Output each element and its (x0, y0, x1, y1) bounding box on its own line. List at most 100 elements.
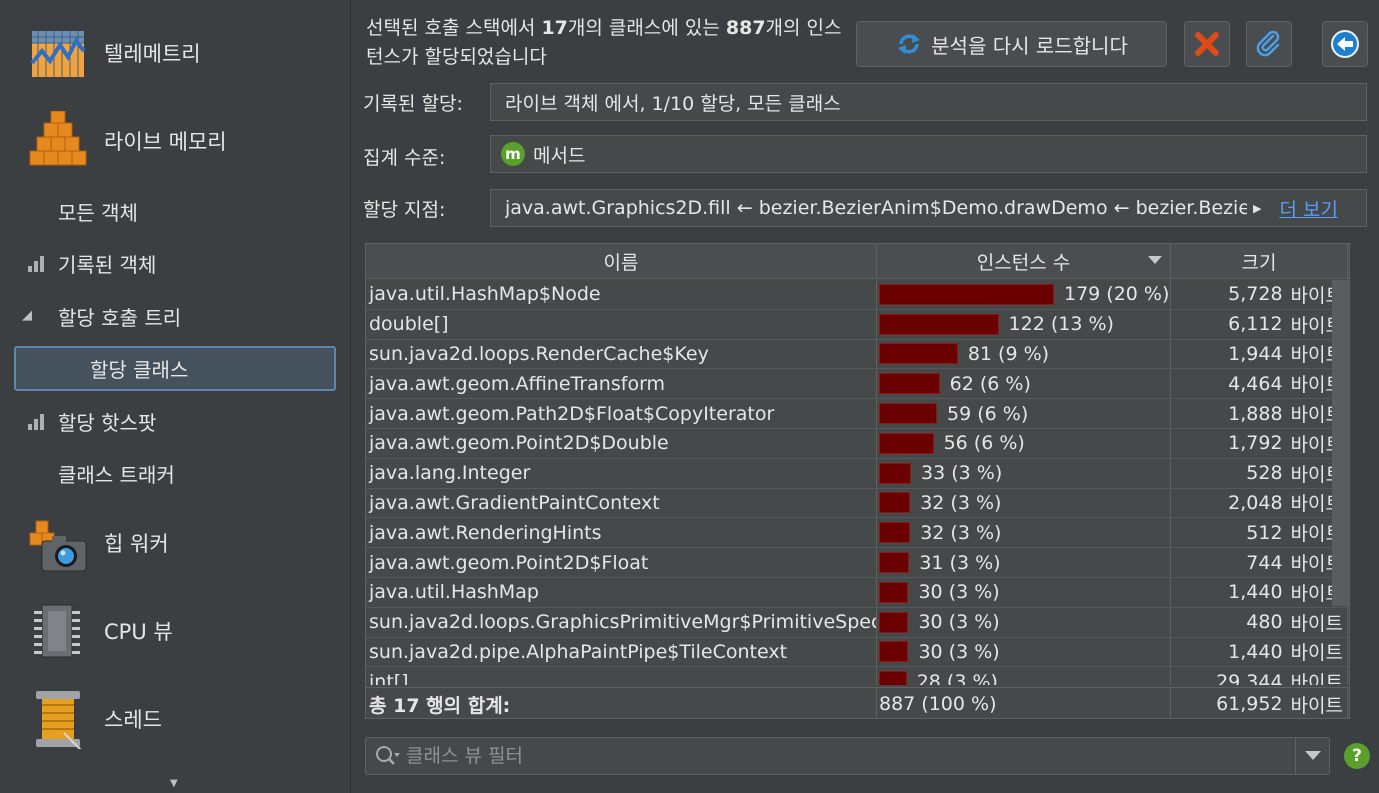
class-name: sun.java2d.pipe.AlphaPaintPipe$TileConte… (366, 637, 877, 667)
size-cell: 4,464 바이트 (1171, 369, 1348, 399)
sidebar-item-heap-walker[interactable]: 힙 워커 (0, 503, 350, 583)
instance-bar (879, 403, 938, 425)
sidebar-item-alloc-hotspots[interactable]: 할당 핫스팟 (0, 401, 350, 441)
close-button[interactable] (1184, 21, 1230, 67)
sidebar-label: 클래스 트래커 (58, 462, 175, 487)
table-row[interactable]: int[] 28 (3 %) 29,344 바이트 (366, 667, 1349, 685)
table-row[interactable]: java.lang.Integer 33 (3 %) 528 바이트 (366, 458, 1349, 489)
table-row[interactable]: java.awt.RenderingHints 32 (3 %) 512 바이트 (366, 518, 1349, 549)
instance-count-text: 33 (3 %) (921, 462, 1003, 485)
column-header-name[interactable]: 이름 (366, 244, 877, 279)
recorded-allocations-field[interactable]: 라이브 객체 에서, 1/10 할당, 모든 클래스 (490, 83, 1367, 121)
allocation-summary: 선택된 호출 스택에서 17개의 클래스에 있는 887개의 인스턴스가 할당되… (366, 14, 846, 72)
table-row[interactable]: sun.java2d.pipe.AlphaPaintPipe$TileConte… (366, 637, 1349, 668)
size-cell: 1,440 바이트 (1171, 637, 1348, 667)
column-header-size[interactable]: 크기 (1171, 244, 1348, 279)
total-label: 총 17 행의 합계: (366, 688, 877, 718)
class-name: java.awt.GradientPaintContext (366, 488, 877, 518)
size-value: 2,048 (1228, 491, 1283, 514)
instance-count-text: 81 (9 %) (967, 342, 1050, 365)
table-row[interactable]: double[] 122 (13 %) 6,112 바이트 (366, 309, 1349, 340)
instance-bar (879, 552, 910, 574)
table-header: 이름 인스턴스 수 크기 (366, 244, 1349, 279)
telemetry-icon (30, 31, 86, 77)
instance-count-cell: 32 (3 %) (877, 518, 1171, 548)
sidebar-item-all-objects[interactable]: 모든 객체 (0, 191, 350, 231)
main-panel: 선택된 호출 스택에서 17개의 클래스에 있는 887개의 인스턴스가 할당되… (352, 0, 1379, 793)
instance-bar (879, 373, 940, 395)
instance-count-text: 56 (6 %) (943, 432, 1025, 455)
instance-count-cell: 33 (3 %) (877, 458, 1171, 488)
sidebar-item-live-memory[interactable]: 라이브 메모리 (0, 101, 350, 181)
scroll-down-icon[interactable]: ▼ (170, 778, 178, 789)
instance-bar (879, 581, 909, 603)
thread-spool-icon (36, 691, 82, 749)
help-icon[interactable]: ? (1344, 743, 1370, 769)
allocation-classes-table: 이름 인스턴스 수 크기 java.util.HashMap$Node 179 (… (365, 243, 1350, 719)
instance-count-cell: 122 (13 %) (877, 309, 1171, 339)
table-row[interactable]: java.awt.geom.Point2D$Double 56 (6 %) 1,79… (366, 428, 1349, 459)
size-cell: 1,888 바이트 (1171, 399, 1348, 428)
instance-count-cell: 28 (3 %) (877, 667, 1171, 685)
sidebar-label: 텔레메트리 (104, 42, 201, 66)
refresh-icon (898, 34, 921, 54)
aggregation-level-label: 집계 수준: (363, 147, 446, 169)
table-row[interactable]: java.awt.GradientPaintContext 32 (3 %) 2,0… (366, 488, 1349, 519)
allocation-site-field: java.awt.Graphics2D.fill ← bezier.Bezier… (490, 189, 1367, 227)
reload-analysis-button[interactable]: 분석을 다시 로드합니다 (856, 21, 1167, 67)
class-name: sun.java2d.loops.RenderCache$Key (366, 339, 877, 369)
table-row[interactable]: sun.java2d.loops.RenderCache$Key 81 (9 %)… (366, 339, 1349, 370)
sidebar-item-cpu-view[interactable]: CPU 뷰 (0, 591, 350, 671)
expand-triangle-icon[interactable]: ◢ (22, 308, 32, 323)
size-value: 6,112 (1228, 313, 1283, 336)
size-cell: 5,728 바이트 (1171, 280, 1348, 309)
filter-dropdown-button[interactable] (1295, 738, 1329, 774)
close-x-icon (1195, 32, 1219, 56)
size-cell: 2,048 바이트 (1171, 488, 1348, 518)
cpu-chip-icon (34, 604, 80, 658)
show-more-link[interactable]: 더 보기 (1279, 195, 1337, 222)
instance-count-cell: 56 (6 %) (877, 428, 1171, 458)
size-cell: 29,344 바이트 (1171, 667, 1348, 685)
size-cell: 1,440 바이트 (1171, 577, 1348, 607)
live-memory-icon (29, 111, 87, 166)
table-row[interactable]: java.awt.geom.AffineTransform 62 (6 %) 4,4… (366, 369, 1349, 400)
paperclip-icon (1256, 30, 1280, 57)
sidebar-item-recorded-objects[interactable]: 기록된 객체 (0, 243, 350, 283)
instance-count-cell: 81 (9 %) (877, 339, 1171, 369)
expand-arrow-icon[interactable]: ▶ (1253, 202, 1261, 215)
reload-label: 분석을 다시 로드합니다 (931, 33, 1128, 58)
sidebar-item-class-tracker[interactable]: 클래스 트래커 (0, 453, 350, 493)
attach-button[interactable] (1246, 21, 1292, 67)
column-header-instances[interactable]: 인스턴스 수 (877, 244, 1171, 279)
summary-text: 선택된 호출 스택에서 (366, 17, 542, 39)
sidebar-item-threads[interactable]: 스레드 (0, 679, 350, 759)
class-filter-input[interactable] (406, 745, 1295, 767)
size-value: 512 (1246, 521, 1283, 544)
table-row[interactable]: sun.java2d.loops.GraphicsPrimitiveMgr$Pr… (366, 607, 1349, 638)
class-count: 17 (541, 17, 568, 39)
search-icon[interactable] (374, 744, 402, 768)
sort-descending-icon (1148, 256, 1162, 264)
table-row[interactable]: java.awt.geom.Point2D$Float 31 (3 %) 744 바이… (366, 548, 1349, 578)
sidebar-item-alloc-classes[interactable]: 할당 클래스 (14, 346, 336, 391)
table-row[interactable]: java.awt.geom.Path2D$Float$CopyIterator 5… (366, 399, 1349, 429)
sidebar-item-alloc-call-tree[interactable]: ◢ 할당 호출 트리 (0, 296, 350, 336)
instance-count-text: 32 (3 %) (920, 491, 1002, 514)
instance-bar (879, 522, 911, 544)
size-value: 1,440 (1228, 640, 1283, 663)
size-cell: 1,792 바이트 (1171, 428, 1348, 458)
aggregation-level-field[interactable]: m 메서드 (490, 135, 1367, 173)
size-value: 1,944 (1228, 342, 1283, 365)
table-row[interactable]: java.util.HashMap$Node 179 (20 %) 5,728 바이트 (366, 280, 1349, 310)
sidebar-item-telemetry[interactable]: 텔레메트리 (0, 13, 350, 93)
vertical-scrollbar[interactable] (1332, 280, 1349, 606)
instance-count-cell: 32 (3 %) (877, 488, 1171, 518)
chevron-down-icon (1304, 751, 1321, 760)
sidebar-label: 라이브 메모리 (104, 130, 227, 154)
total-count: 887 (100 %) (877, 688, 1171, 718)
back-button[interactable] (1322, 21, 1368, 67)
table-row[interactable]: java.util.HashMap 30 (3 %) 1,440 바이트 (366, 577, 1349, 608)
class-name: java.awt.geom.Point2D$Double (366, 428, 877, 458)
instance-bar (879, 492, 911, 514)
